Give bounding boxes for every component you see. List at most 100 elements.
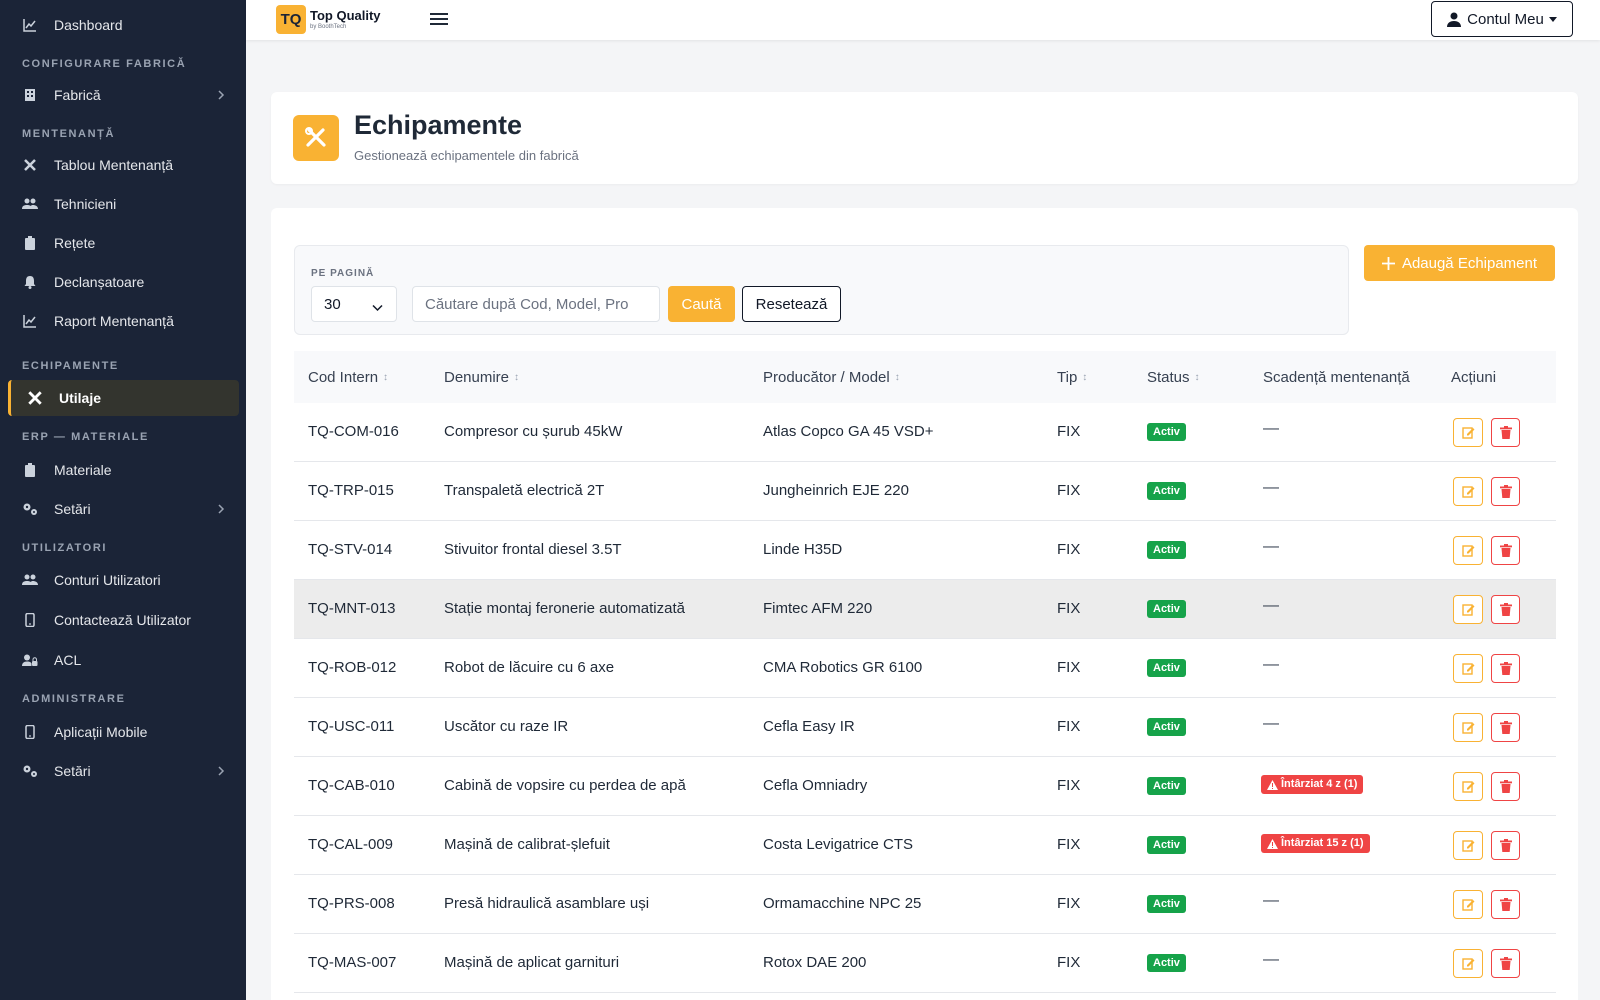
sidebar-item-label: Raport Mentenanță — [54, 313, 174, 329]
logo-mark[interactable]: TQ — [276, 5, 306, 34]
overdue-label: Întârziat 15 z (1) — [1281, 837, 1364, 849]
maintenance-due: — — [1263, 420, 1279, 437]
cell-tip: FIX — [1057, 423, 1081, 440]
delete-button[interactable] — [1491, 831, 1520, 860]
add-equipment-button[interactable]: Adaugă Echipament — [1364, 245, 1555, 281]
delete-button[interactable] — [1491, 949, 1520, 978]
edit-button[interactable] — [1453, 654, 1483, 683]
table-row[interactable]: TQ-COM-016 Compresor cu șurub 45kW Atlas C… — [294, 403, 1556, 462]
search-button[interactable]: Caută — [668, 286, 735, 322]
table-row[interactable]: TQ-PRS-008 Presă hidraulică asamblare uși… — [294, 875, 1556, 934]
col-label: Denumire — [444, 369, 510, 386]
col-label: Scadență mentenanță — [1263, 369, 1410, 386]
sidebar-item-acl[interactable]: ACL — [8, 642, 239, 678]
sidebar-item-retete[interactable]: Rețete — [8, 225, 239, 261]
reset-button[interactable]: Resetează — [742, 286, 841, 322]
sidebar-item-fabrica[interactable]: Fabrică — [8, 77, 239, 113]
col-tip[interactable]: Tip ↕ — [1057, 369, 1087, 386]
bell-icon — [22, 274, 38, 290]
cell-cod: TQ-CAL-009 — [308, 836, 394, 853]
status-badge: Activ — [1147, 836, 1186, 854]
col-label: Cod Intern — [308, 369, 379, 386]
search-input[interactable] — [412, 286, 660, 322]
edit-button[interactable] — [1453, 477, 1483, 506]
brand-name: Top Quality — [310, 8, 381, 23]
edit-button[interactable] — [1453, 713, 1483, 742]
table-row[interactable]: TQ-MNT-013 Stație montaj feronerie automa… — [294, 580, 1556, 639]
edit-icon — [1461, 899, 1474, 911]
col-producator[interactable]: Producător / Model ↕ — [763, 369, 900, 386]
delete-button[interactable] — [1491, 536, 1520, 565]
tools-icon — [22, 157, 38, 173]
cell-cod: TQ-USC-011 — [308, 718, 395, 735]
sidebar-item-label: Setări — [54, 501, 91, 517]
sidebar-item-materiale[interactable]: Materiale — [8, 452, 239, 488]
sidebar-item-setari-erp[interactable]: Setări — [8, 491, 239, 527]
col-status[interactable]: Status ↕ — [1147, 369, 1200, 386]
cell-tip: FIX — [1057, 954, 1081, 971]
sidebar-item-tehnicieni[interactable]: Tehnicieni — [8, 186, 239, 222]
mobile-icon — [22, 724, 38, 740]
cell-producator: Atlas Copco GA 45 VSD+ — [763, 423, 934, 440]
cell-producator: Cefla Omniadry — [763, 777, 868, 794]
edit-button[interactable] — [1453, 831, 1483, 860]
table-row[interactable]: TQ-CAL-009 Mașină de calibrat-șlefuit Cost… — [294, 816, 1556, 875]
sidebar-item-declansatoare[interactable]: Declanșatoare — [8, 264, 239, 300]
status-badge: Activ — [1147, 777, 1186, 795]
sidebar-item-label: Fabrică — [54, 87, 101, 103]
sidebar-item-label: Setări — [54, 763, 91, 779]
cell-tip: FIX — [1057, 836, 1081, 853]
edit-button[interactable] — [1453, 772, 1483, 801]
delete-button[interactable] — [1491, 772, 1520, 801]
sidebar-item-aplicatii[interactable]: Aplicații Mobile — [8, 714, 239, 750]
sidebar-item-tablou[interactable]: Tablou Mentenanță — [8, 147, 239, 183]
edit-button[interactable] — [1453, 949, 1483, 978]
sidebar-item-label: Utilaje — [59, 390, 102, 406]
caret-down-icon — [1548, 16, 1557, 22]
delete-button[interactable] — [1491, 713, 1520, 742]
sidebar-item-conturi[interactable]: Conturi Utilizatori — [8, 562, 239, 598]
sidebar-section-admin: ADMINISTRARE — [22, 693, 126, 705]
maintenance-due: — — [1263, 597, 1279, 614]
sidebar-item-dashboard[interactable]: Dashboard — [8, 7, 239, 43]
status-badge: Activ — [1147, 482, 1186, 500]
delete-button[interactable] — [1491, 477, 1520, 506]
col-cod[interactable]: Cod Intern ↕ — [308, 369, 388, 386]
table-row[interactable]: TQ-TRP-015 Transpaletă electrică 2T Junghe… — [294, 462, 1556, 521]
trash-icon — [1499, 898, 1512, 911]
sidebar-section-utilizatori: UTILIZATORI — [22, 542, 108, 554]
delete-button[interactable] — [1491, 654, 1520, 683]
sidebar-item-contacteaza[interactable]: Contactează Utilizator — [8, 602, 239, 638]
cell-cod: TQ-CAB-010 — [308, 777, 395, 794]
edit-button[interactable] — [1453, 890, 1483, 919]
table-row[interactable]: TQ-CAB-010 Cabină de vopsire cu perdea de… — [294, 757, 1556, 816]
plus-icon — [1381, 256, 1395, 270]
sort-icon: ↕ — [894, 372, 900, 383]
table-row[interactable]: TQ-STV-014 Stivuitor frontal diesel 3.5T L… — [294, 521, 1556, 580]
sidebar-item-raport[interactable]: Raport Mentenanță — [8, 303, 239, 339]
col-scadenta: Scadență mentenanță — [1263, 369, 1410, 386]
delete-button[interactable] — [1491, 418, 1520, 447]
edit-button[interactable] — [1453, 595, 1483, 624]
account-dropdown[interactable]: Contul Meu — [1431, 1, 1573, 37]
table-row[interactable]: TQ-ROB-012 Robot de lăcuire cu 6 axe CMA R… — [294, 639, 1556, 698]
edit-button[interactable] — [1453, 536, 1483, 565]
filter-bar: PE PAGINĂ 30 Caută Resetează — [294, 245, 1349, 335]
table-row[interactable]: TQ-USC-011 Uscător cu raze IR Cefla Easy I… — [294, 698, 1556, 757]
menu-toggle-icon[interactable] — [430, 10, 448, 28]
edit-button[interactable] — [1453, 418, 1483, 447]
delete-button[interactable] — [1491, 890, 1520, 919]
per-page-value: 30 — [324, 295, 341, 313]
table-row[interactable]: TQ-MAS-007 Mașină de aplicat garnituri Rot… — [294, 934, 1556, 993]
per-page-select[interactable]: 30 — [311, 286, 397, 322]
col-denumire[interactable]: Denumire ↕ — [444, 369, 519, 386]
account-label: Contul Meu — [1467, 10, 1544, 28]
cell-denumire: Transpaletă electrică 2T — [444, 482, 605, 499]
per-page-label: PE PAGINĂ — [311, 268, 375, 279]
maintenance-due: — — [1263, 951, 1279, 968]
sidebar-item-setari-admin[interactable]: Setări — [8, 753, 239, 789]
delete-button[interactable] — [1491, 595, 1520, 624]
sidebar-item-utilaje[interactable]: Utilaje — [8, 380, 239, 416]
cell-denumire: Presă hidraulică asamblare uși — [444, 895, 650, 912]
sidebar-item-label: Declanșatoare — [54, 274, 145, 290]
